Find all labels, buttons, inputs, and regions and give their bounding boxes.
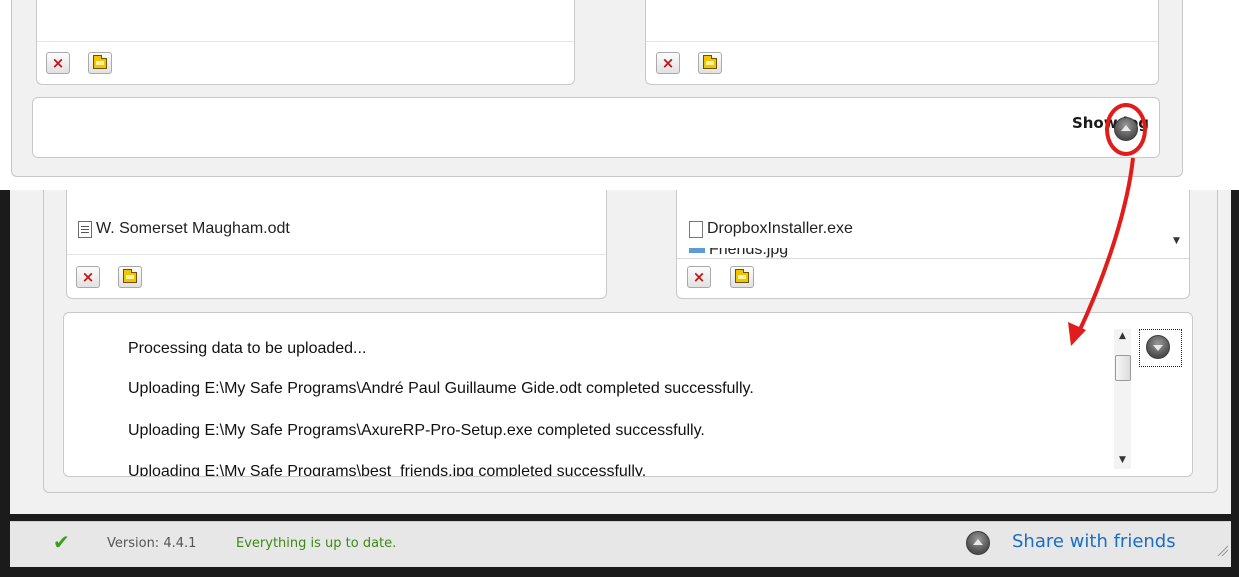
file-name: DropboxInstaller.exe [707, 220, 853, 237]
log-line: Processing data to be uploaded... [128, 340, 367, 357]
divider [67, 254, 606, 255]
open-folder-button[interactable] [88, 52, 112, 74]
hide-log-toggle-icon[interactable] [1146, 335, 1170, 359]
remove-button[interactable]: × [76, 266, 100, 288]
close-x-icon: × [51, 53, 65, 72]
file-name: W. Somerset Maugham.odt [96, 220, 290, 237]
open-folder-button[interactable] [730, 266, 754, 288]
file-item[interactable]: Friends.jpg [689, 248, 788, 258]
log-bar-collapsed [32, 97, 1160, 158]
version-label: Version: 4.4.1 [107, 536, 197, 551]
close-x-icon: × [692, 267, 706, 286]
divider [37, 41, 574, 42]
left-file-list [66, 190, 607, 299]
remove-button[interactable]: × [46, 52, 70, 74]
annotation-circle [1105, 103, 1147, 156]
close-x-icon: × [81, 267, 95, 286]
log-box[interactable]: Processing data to be uploaded... Upload… [63, 312, 1193, 477]
log-line: Uploading E:\My Safe Programs\André Paul… [128, 380, 754, 397]
open-folder-button[interactable] [118, 266, 142, 288]
checkmark-icon: ✔ [53, 530, 70, 554]
divider [646, 41, 1158, 42]
remove-button[interactable]: × [687, 266, 711, 288]
left-file-box-top [36, 0, 575, 85]
right-file-box-top [645, 0, 1159, 85]
share-arrow-icon[interactable] [966, 531, 990, 555]
file-name: Friends.jpg [709, 248, 789, 258]
scroll-down-arrow[interactable]: ▼ [1114, 453, 1131, 467]
log-scrollbar[interactable] [1114, 329, 1131, 469]
file-item[interactable]: DropboxInstaller.exe [689, 220, 853, 238]
remove-button[interactable]: × [656, 52, 680, 74]
update-status: Everything is up to date. [236, 536, 397, 551]
folder-icon [93, 54, 107, 69]
scroll-down-arrow[interactable]: ▼ [1168, 234, 1185, 248]
document-icon [78, 220, 92, 238]
file-icon [689, 220, 703, 238]
file-item[interactable]: W. Somerset Maugham.odt [78, 220, 290, 238]
folder-icon [703, 54, 717, 69]
open-folder-button[interactable] [698, 52, 722, 74]
folder-icon [735, 268, 749, 283]
share-with-friends-link[interactable]: Share with friends [1012, 531, 1176, 552]
scroll-thumb[interactable] [1115, 355, 1131, 381]
close-x-icon: × [661, 53, 675, 72]
log-line: Uploading E:\My Safe Programs\AxureRP-Pr… [128, 422, 705, 439]
log-line: Uploading E:\My Safe Programs\best_frien… [128, 463, 647, 477]
scroll-up-arrow[interactable]: ▲ [1114, 329, 1131, 343]
divider [677, 258, 1189, 259]
resize-grip-icon[interactable] [1216, 544, 1228, 556]
image-icon [689, 248, 705, 253]
folder-icon [123, 268, 137, 283]
